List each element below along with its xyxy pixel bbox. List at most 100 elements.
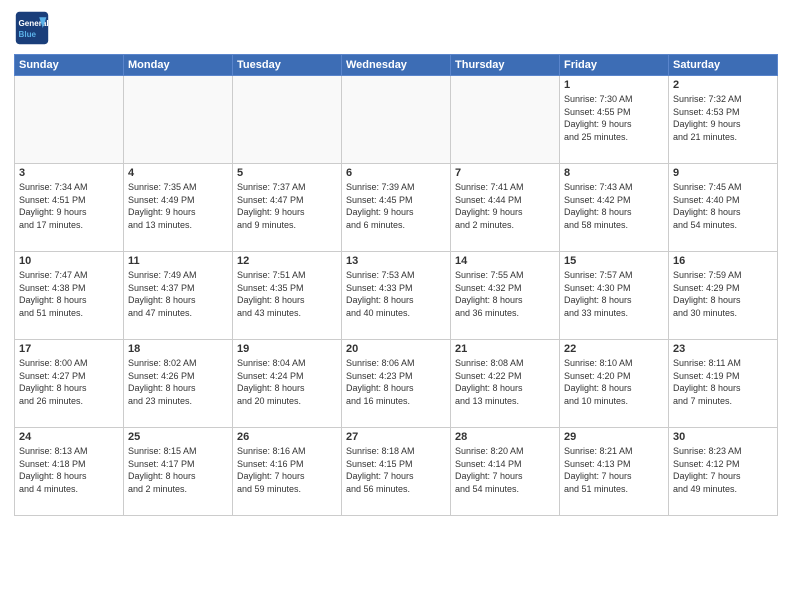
- calendar-table: SundayMondayTuesdayWednesdayThursdayFrid…: [14, 54, 778, 516]
- day-number: 12: [237, 255, 337, 267]
- day-info: Sunrise: 8:00 AMSunset: 4:27 PMDaylight:…: [19, 357, 119, 407]
- day-number: 27: [346, 431, 446, 443]
- calendar-cell: 27 Sunrise: 8:18 AMSunset: 4:15 PMDayligh…: [342, 428, 451, 516]
- calendar-cell: 9 Sunrise: 7:45 AMSunset: 4:40 PMDaylight…: [669, 164, 778, 252]
- calendar-week-3: 10Sunrise: 7:47 AMSunset: 4:38 PMDayligh…: [15, 252, 778, 340]
- day-number: 30: [673, 431, 773, 443]
- calendar-cell: 15 Sunrise: 7:57 AMSunset: 4:30 PMDayligh…: [560, 252, 669, 340]
- day-info: Sunrise: 7:34 AMSunset: 4:51 PMDaylight:…: [19, 181, 119, 231]
- calendar-cell: 24 Sunrise: 8:13 AMSunset: 4:18 PMDayligh…: [15, 428, 124, 516]
- weekday-header-thursday: Thursday: [451, 55, 560, 76]
- calendar-header-row: SundayMondayTuesdayWednesdayThursdayFrid…: [15, 55, 778, 76]
- day-info: Sunrise: 8:13 AMSunset: 4:18 PMDaylight:…: [19, 445, 119, 495]
- day-info: Sunrise: 8:21 AMSunset: 4:13 PMDaylight:…: [564, 445, 664, 495]
- day-number: 19: [237, 343, 337, 355]
- calendar-cell: 28 Sunrise: 8:20 AMSunset: 4:14 PMDayligh…: [451, 428, 560, 516]
- calendar-cell: [451, 76, 560, 164]
- day-info: Sunrise: 7:47 AMSunset: 4:38 PMDaylight:…: [19, 269, 119, 319]
- calendar-cell: [233, 76, 342, 164]
- day-info: Sunrise: 7:39 AMSunset: 4:45 PMDaylight:…: [346, 181, 446, 231]
- day-number: 7: [455, 167, 555, 179]
- day-number: 11: [128, 255, 228, 267]
- calendar-cell: 8 Sunrise: 7:43 AMSunset: 4:42 PMDaylight…: [560, 164, 669, 252]
- day-number: 25: [128, 431, 228, 443]
- day-info: Sunrise: 7:41 AMSunset: 4:44 PMDaylight:…: [455, 181, 555, 231]
- calendar-cell: 25 Sunrise: 8:15 AMSunset: 4:17 PMDayligh…: [124, 428, 233, 516]
- svg-text:Blue: Blue: [19, 30, 37, 39]
- day-number: 1: [564, 79, 664, 91]
- day-number: 20: [346, 343, 446, 355]
- calendar-cell: 5 Sunrise: 7:37 AMSunset: 4:47 PMDaylight…: [233, 164, 342, 252]
- weekday-header-friday: Friday: [560, 55, 669, 76]
- weekday-header-saturday: Saturday: [669, 55, 778, 76]
- day-info: Sunrise: 8:20 AMSunset: 4:14 PMDaylight:…: [455, 445, 555, 495]
- calendar-week-5: 24 Sunrise: 8:13 AMSunset: 4:18 PMDayligh…: [15, 428, 778, 516]
- weekday-header-monday: Monday: [124, 55, 233, 76]
- day-number: 9: [673, 167, 773, 179]
- day-info: Sunrise: 7:45 AMSunset: 4:40 PMDaylight:…: [673, 181, 773, 231]
- logo: General Blue: [14, 10, 50, 46]
- weekday-header-sunday: Sunday: [15, 55, 124, 76]
- day-number: 23: [673, 343, 773, 355]
- day-info: Sunrise: 7:57 AMSunset: 4:30 PMDaylight:…: [564, 269, 664, 319]
- day-number: 14: [455, 255, 555, 267]
- calendar-cell: 20 Sunrise: 8:06 AMSunset: 4:23 PMDayligh…: [342, 340, 451, 428]
- day-number: 3: [19, 167, 119, 179]
- day-number: 5: [237, 167, 337, 179]
- day-number: 28: [455, 431, 555, 443]
- day-number: 22: [564, 343, 664, 355]
- calendar-cell: 2Sunrise: 7:32 AMSunset: 4:53 PMDaylight…: [669, 76, 778, 164]
- calendar-cell: [124, 76, 233, 164]
- day-number: 13: [346, 255, 446, 267]
- day-info: Sunrise: 7:49 AMSunset: 4:37 PMDaylight:…: [128, 269, 228, 319]
- day-info: Sunrise: 7:37 AMSunset: 4:47 PMDaylight:…: [237, 181, 337, 231]
- day-info: Sunrise: 8:11 AMSunset: 4:19 PMDaylight:…: [673, 357, 773, 407]
- calendar-cell: 18 Sunrise: 8:02 AMSunset: 4:26 PMDayligh…: [124, 340, 233, 428]
- calendar-cell: 19 Sunrise: 8:04 AMSunset: 4:24 PMDayligh…: [233, 340, 342, 428]
- calendar-cell: 10Sunrise: 7:47 AMSunset: 4:38 PMDayligh…: [15, 252, 124, 340]
- calendar-cell: [342, 76, 451, 164]
- calendar-cell: 23 Sunrise: 8:11 AMSunset: 4:19 PMDayligh…: [669, 340, 778, 428]
- calendar-cell: 26Sunrise: 8:16 AMSunset: 4:16 PMDayligh…: [233, 428, 342, 516]
- weekday-header-tuesday: Tuesday: [233, 55, 342, 76]
- page-header: General Blue: [14, 10, 778, 46]
- day-info: Sunrise: 8:04 AMSunset: 4:24 PMDaylight:…: [237, 357, 337, 407]
- calendar-cell: 21 Sunrise: 8:08 AMSunset: 4:22 PMDayligh…: [451, 340, 560, 428]
- calendar-cell: 29 Sunrise: 8:21 AMSunset: 4:13 PMDayligh…: [560, 428, 669, 516]
- day-number: 4: [128, 167, 228, 179]
- day-info: Sunrise: 8:23 AMSunset: 4:12 PMDaylight:…: [673, 445, 773, 495]
- page-container: General Blue SundayMondayTuesdayWednesda…: [0, 0, 792, 612]
- day-number: 29: [564, 431, 664, 443]
- day-number: 15: [564, 255, 664, 267]
- calendar-cell: 6 Sunrise: 7:39 AMSunset: 4:45 PMDaylight…: [342, 164, 451, 252]
- weekday-header-wednesday: Wednesday: [342, 55, 451, 76]
- calendar-cell: 11 Sunrise: 7:49 AMSunset: 4:37 PMDayligh…: [124, 252, 233, 340]
- calendar-cell: 14Sunrise: 7:55 AMSunset: 4:32 PMDayligh…: [451, 252, 560, 340]
- day-info: Sunrise: 8:02 AMSunset: 4:26 PMDaylight:…: [128, 357, 228, 407]
- calendar-cell: 12 Sunrise: 7:51 AMSunset: 4:35 PMDayligh…: [233, 252, 342, 340]
- day-number: 8: [564, 167, 664, 179]
- day-info: Sunrise: 8:15 AMSunset: 4:17 PMDaylight:…: [128, 445, 228, 495]
- calendar-cell: 17Sunrise: 8:00 AMSunset: 4:27 PMDayligh…: [15, 340, 124, 428]
- calendar-week-1: 1Sunrise: 7:30 AMSunset: 4:55 PMDaylight…: [15, 76, 778, 164]
- calendar-cell: [15, 76, 124, 164]
- calendar-cell: 22Sunrise: 8:10 AMSunset: 4:20 PMDayligh…: [560, 340, 669, 428]
- calendar-cell: 3 Sunrise: 7:34 AMSunset: 4:51 PMDaylight…: [15, 164, 124, 252]
- day-info: Sunrise: 7:32 AMSunset: 4:53 PMDaylight:…: [673, 93, 773, 143]
- calendar-cell: 4Sunrise: 7:35 AMSunset: 4:49 PMDaylight…: [124, 164, 233, 252]
- day-number: 16: [673, 255, 773, 267]
- day-info: Sunrise: 7:51 AMSunset: 4:35 PMDaylight:…: [237, 269, 337, 319]
- day-info: Sunrise: 8:06 AMSunset: 4:23 PMDaylight:…: [346, 357, 446, 407]
- day-number: 18: [128, 343, 228, 355]
- day-info: Sunrise: 8:18 AMSunset: 4:15 PMDaylight:…: [346, 445, 446, 495]
- calendar-week-2: 3 Sunrise: 7:34 AMSunset: 4:51 PMDaylight…: [15, 164, 778, 252]
- calendar-body: 1Sunrise: 7:30 AMSunset: 4:55 PMDaylight…: [15, 76, 778, 516]
- day-info: Sunrise: 8:08 AMSunset: 4:22 PMDaylight:…: [455, 357, 555, 407]
- day-number: 21: [455, 343, 555, 355]
- calendar-cell: 13Sunrise: 7:53 AMSunset: 4:33 PMDayligh…: [342, 252, 451, 340]
- day-info: Sunrise: 7:43 AMSunset: 4:42 PMDaylight:…: [564, 181, 664, 231]
- day-number: 24: [19, 431, 119, 443]
- calendar-cell: 1Sunrise: 7:30 AMSunset: 4:55 PMDaylight…: [560, 76, 669, 164]
- calendar-cell: 16Sunrise: 7:59 AMSunset: 4:29 PMDayligh…: [669, 252, 778, 340]
- day-number: 6: [346, 167, 446, 179]
